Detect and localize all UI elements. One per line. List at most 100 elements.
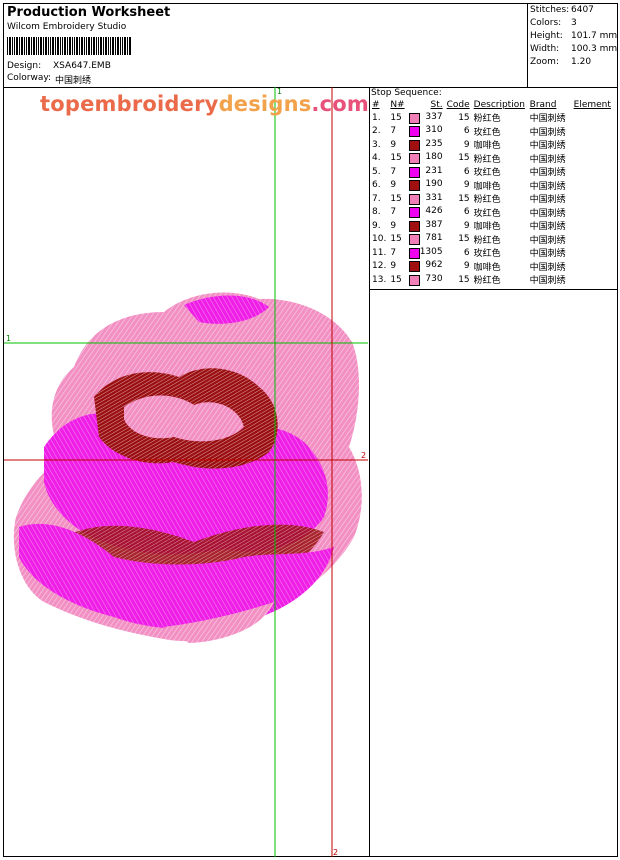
thread-brand: 中国刺绣	[529, 208, 566, 219]
stitch-count-value: 337	[425, 111, 443, 122]
table-row: 3. 9 235 9 咖啡色 中国刺绣	[370, 138, 613, 152]
thread-brand: 中国刺绣	[529, 181, 566, 192]
table-row: 11. 7 1305 6 玫红色 中国刺绣	[370, 246, 613, 260]
thread-element	[572, 206, 613, 220]
table-row: 6. 9 190 9 咖啡色 中国刺绣	[370, 179, 613, 193]
needle-number: 9	[390, 220, 397, 231]
row-number: 4.	[372, 153, 381, 164]
stitch-count-value: 730	[425, 273, 443, 284]
thread-description: 咖啡色	[473, 141, 501, 152]
col-header: N#	[390, 100, 405, 110]
color-swatch	[408, 112, 420, 124]
thread-description: 玫红色	[473, 208, 501, 219]
stat-label: Height:	[530, 31, 563, 41]
table-row: 12. 9 962 9 咖啡色 中国刺绣	[370, 260, 613, 274]
table-row: 5. 7 231 6 玫红色 中国刺绣	[370, 165, 613, 179]
row-number: 11.	[372, 247, 387, 258]
company-name: Wilcom Embroidery Studio	[7, 22, 127, 32]
thread-description: 玫红色	[473, 127, 501, 138]
stat-label: Stitches:	[530, 5, 570, 15]
thread-element	[572, 152, 613, 166]
thread-brand: 中国刺绣	[529, 141, 566, 152]
row-number: 9.	[372, 220, 381, 231]
colorway-label: Colorway:	[7, 73, 52, 83]
needle-number: 9	[390, 139, 397, 150]
thread-element	[572, 179, 613, 193]
embroidery-preview	[4, 87, 368, 857]
thread-code: 9	[463, 220, 470, 231]
stop-sequence-table: # N# St. Code Description Brand Element …	[370, 99, 613, 287]
colorway-value: 中国刺绣	[55, 76, 92, 86]
stitch-count-value: 387	[425, 219, 443, 230]
thread-code: 9	[463, 180, 470, 191]
thread-description: 咖啡色	[473, 262, 501, 273]
color-swatch	[408, 220, 420, 232]
stat-label: Colors:	[530, 18, 562, 28]
thread-code: 6	[463, 247, 470, 258]
color-swatch	[408, 193, 420, 205]
thread-description: 粉红色	[473, 114, 501, 125]
needle-number: 15	[390, 234, 402, 245]
thread-description: 粉红色	[473, 154, 501, 165]
row-number: 7.	[372, 193, 381, 204]
thread-brand: 中国刺绣	[529, 222, 566, 233]
stitch-count: 235	[407, 138, 445, 152]
stitch-count: 331	[407, 192, 445, 206]
color-swatch	[408, 139, 420, 151]
sequence-divider	[369, 289, 618, 290]
red-guide-label-right: 2	[361, 451, 367, 460]
needle-number: 9	[390, 261, 397, 272]
color-swatch	[408, 207, 420, 219]
col-header: Element	[573, 100, 611, 110]
thread-brand: 中国刺绣	[529, 235, 566, 246]
watermark-text: topembroiderydesigns.com	[40, 92, 369, 116]
table-header-row: # N# St. Code Description Brand Element	[370, 99, 613, 111]
thread-brand: 中国刺绣	[529, 127, 566, 138]
col-header: #	[372, 100, 380, 110]
row-number: 12.	[372, 261, 387, 272]
stitch-count-value: 310	[425, 125, 443, 136]
thread-brand: 中国刺绣	[529, 249, 566, 260]
thread-brand: 中国刺绣	[529, 195, 566, 206]
thread-code: 15	[458, 112, 470, 123]
thread-element	[572, 111, 613, 125]
row-number: 1.	[372, 112, 381, 123]
stitch-count: 190	[407, 179, 445, 193]
table-row: 9. 9 387 9 咖啡色 中国刺绣	[370, 219, 613, 233]
needle-number: 9	[390, 180, 397, 191]
table-row: 1. 15 337 15 粉红色 中国刺绣	[370, 111, 613, 125]
thread-code: 9	[463, 139, 470, 150]
stat-value: 6407	[571, 5, 594, 15]
thread-description: 咖啡色	[473, 222, 501, 233]
stitch-count-value: 781	[425, 233, 443, 244]
needle-number: 15	[390, 274, 402, 285]
barcode-image	[7, 37, 131, 55]
color-swatch	[408, 234, 420, 246]
thread-description: 玫红色	[473, 249, 501, 260]
stop-sequence-title: Stop Sequence:	[371, 88, 442, 98]
thread-element	[572, 138, 613, 152]
stitch-count: 310	[407, 125, 445, 139]
stitch-count: 781	[407, 233, 445, 247]
thread-brand: 中国刺绣	[529, 154, 566, 165]
thread-brand: 中国刺绣	[529, 114, 566, 125]
thread-code: 6	[463, 207, 470, 218]
stitch-count: 337	[407, 111, 445, 125]
col-header: Brand	[529, 100, 557, 110]
thread-element	[572, 165, 613, 179]
stitch-count-value: 231	[425, 165, 443, 176]
row-number: 10.	[372, 234, 387, 245]
thread-element	[572, 273, 613, 287]
stats-divider	[527, 3, 528, 87]
row-number: 13.	[372, 274, 387, 285]
row-number: 8.	[372, 207, 381, 218]
col-header: Description	[473, 100, 525, 110]
needle-number: 15	[390, 153, 402, 164]
stitch-count: 387	[407, 219, 445, 233]
thread-element	[572, 125, 613, 139]
col-header: St.	[430, 100, 443, 110]
table-row: 10. 15 781 15 粉红色 中国刺绣	[370, 233, 613, 247]
stitch-count-value: 962	[425, 260, 443, 271]
thread-element	[572, 260, 613, 274]
needle-number: 7	[390, 166, 397, 177]
